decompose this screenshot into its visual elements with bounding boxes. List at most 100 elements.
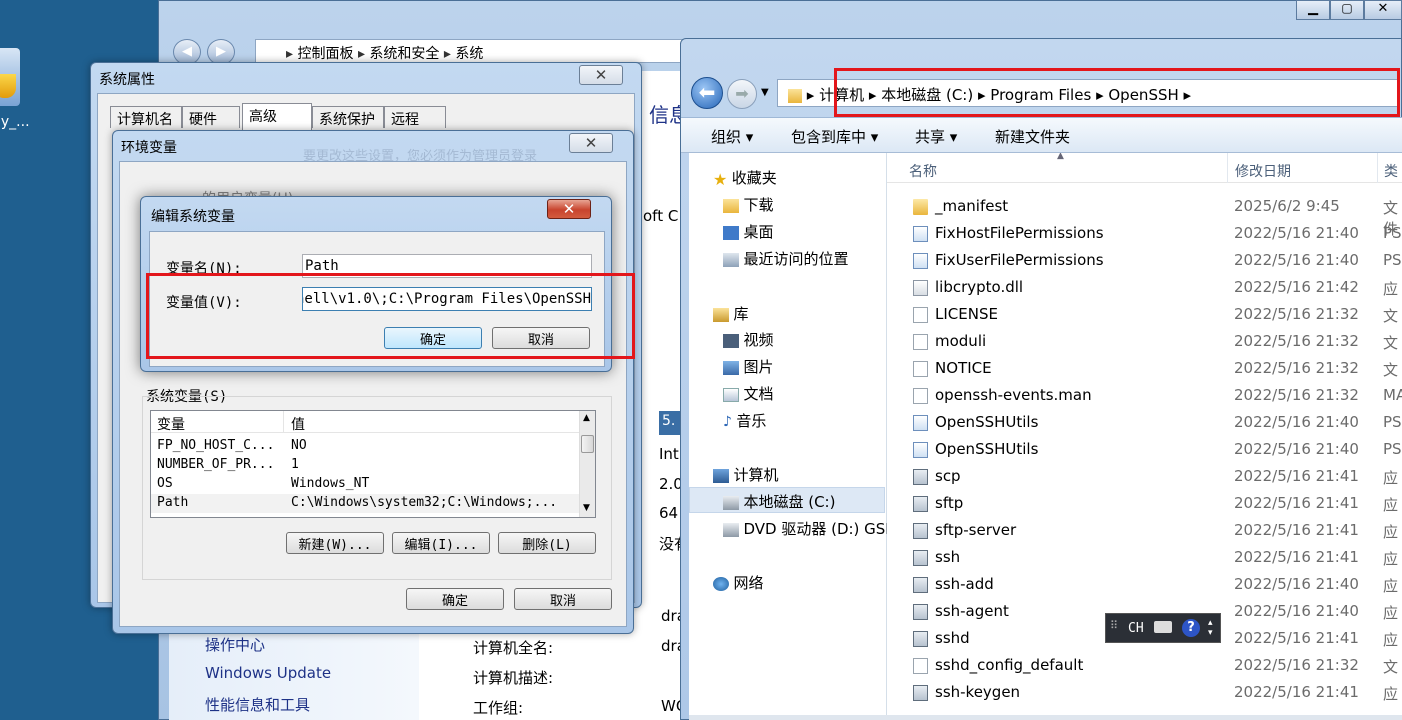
file-row[interactable]: ssh 2022/5/16 21:41 应	[887, 544, 1402, 571]
ok-button[interactable]: 确定	[406, 588, 504, 610]
history-dropdown-icon[interactable]: ▼	[761, 87, 769, 98]
scroll-up-icon[interactable]: ▲	[583, 413, 590, 423]
file-row[interactable]: scp 2022/5/16 21:41 应	[887, 463, 1402, 490]
column-header-type[interactable]: 类	[1384, 161, 1398, 181]
cp-link[interactable]: 操作中心	[205, 634, 265, 655]
tab-computer-name[interactable]: 计算机名	[110, 106, 182, 128]
nav-favorites[interactable]: ★ 收藏夹	[713, 167, 777, 189]
ime-language-bar[interactable]: ⠿ CH ? ▴ ▾	[1105, 613, 1221, 643]
info-fragment: oft C	[643, 207, 679, 225]
desktop-icon[interactable]: dy_...	[0, 48, 40, 148]
table-row[interactable]: OS Windows_NT	[151, 475, 579, 494]
variable-name: FP_NO_HOST_C...	[157, 438, 275, 453]
file-type: 文	[1383, 307, 1399, 325]
scroll-down-icon[interactable]: ▼	[583, 503, 590, 513]
nav-item-documents[interactable]: 文档	[723, 383, 773, 404]
file-row[interactable]: sshd_config_default 2022/5/16 21:32 文	[887, 652, 1402, 679]
scrollbar[interactable]: ▲ ▼	[579, 411, 595, 517]
powershell-script-icon	[913, 442, 928, 458]
file-date: 2022/5/16 21:40	[1234, 251, 1359, 269]
network-icon	[713, 577, 729, 591]
keyboard-icon[interactable]	[1154, 621, 1172, 633]
file-row[interactable]: ssh-add 2022/5/16 21:40 应	[887, 571, 1402, 598]
file-type: 应	[1383, 604, 1399, 622]
close-button[interactable]: ✕	[547, 199, 591, 219]
file-name: FixUserFilePermissions	[935, 251, 1104, 269]
file-row[interactable]: OpenSSHUtils 2022/5/16 21:40 PS	[887, 436, 1402, 463]
nav-network[interactable]: 网络	[713, 572, 763, 593]
close-button[interactable]: ✕	[569, 133, 613, 153]
nav-item-downloads[interactable]: 下载	[723, 194, 773, 215]
new-folder-button[interactable]: 新建文件夹	[995, 126, 1070, 147]
desktop-icon-label: dy_...	[0, 114, 30, 130]
tab-remote[interactable]: 远程	[384, 106, 446, 128]
breadcrumb-item[interactable]: 控制面板	[297, 46, 353, 62]
maximize-button[interactable]: ▢	[1330, 0, 1364, 20]
nav-item-dvd-drive[interactable]: DVD 驱动器 (D:) GSI	[723, 518, 890, 539]
new-variable-button[interactable]: 新建(W)...	[286, 532, 384, 554]
nav-item-local-disk[interactable]: 本地磁盘 (C:)	[723, 491, 835, 512]
organize-menu[interactable]: 组织 ▾	[711, 126, 753, 147]
file-row[interactable]: OpenSSHUtils 2022/5/16 21:40 PS	[887, 409, 1402, 436]
file-row[interactable]: LICENSE 2022/5/16 21:32 文	[887, 301, 1402, 328]
table-row[interactable]: Path C:\Windows\system32;C:\Windows;...	[151, 494, 579, 513]
nav-libraries[interactable]: 库	[713, 303, 748, 324]
window-close-button[interactable]: ✕	[1364, 0, 1402, 20]
col-val[interactable]: 值	[291, 414, 305, 434]
tab-system-protection[interactable]: 系统保护	[312, 106, 384, 128]
file-row[interactable]: openssh-events.man 2022/5/16 21:32 MA	[887, 382, 1402, 409]
nav-item-pictures[interactable]: 图片	[723, 356, 773, 377]
folder-icon	[913, 199, 928, 215]
cp-link[interactable]: 性能信息和工具	[205, 694, 310, 715]
nav-item-recent[interactable]: 最近访问的位置	[723, 248, 848, 269]
file-row[interactable]: moduli 2022/5/16 21:32 文	[887, 328, 1402, 355]
delete-variable-button[interactable]: 删除(L)	[498, 532, 596, 554]
file-row[interactable]: sftp-server 2022/5/16 21:41 应	[887, 517, 1402, 544]
file-row[interactable]: NOTICE 2022/5/16 21:32 文	[887, 355, 1402, 382]
breadcrumb-item[interactable]: 系统	[455, 46, 483, 62]
recent-places-icon	[723, 253, 739, 267]
tab-strip: 计算机名 硬件 高级 系统保护 远程	[110, 103, 630, 130]
application-icon	[913, 577, 928, 593]
table-row[interactable]: NUMBER_OF_PR... 1	[151, 456, 579, 475]
nav-item-desktop[interactable]: 桌面	[723, 221, 773, 242]
column-header-name[interactable]: 名称	[909, 161, 937, 181]
variable-name: OS	[157, 476, 173, 491]
forward-button[interactable]: ➡	[727, 79, 757, 109]
file-row[interactable]: libcrypto.dll 2022/5/16 21:42 应	[887, 274, 1402, 301]
ime-options-icon[interactable]: ▴ ▾	[1208, 618, 1213, 638]
file-name: NOTICE	[935, 359, 992, 377]
command-bar: 组织 ▾ 包含到库中 ▾ 共享 ▾ 新建文件夹	[681, 117, 1402, 153]
include-in-library-menu[interactable]: 包含到库中 ▾	[791, 126, 878, 147]
table-row[interactable]: FP_NO_HOST_C... NO	[151, 437, 579, 456]
tab-advanced[interactable]: 高级	[242, 103, 312, 130]
file-name: LICENSE	[935, 305, 998, 323]
file-row[interactable]: FixUserFilePermissions 2022/5/16 21:40 PS	[887, 247, 1402, 274]
file-name: sshd	[935, 629, 970, 647]
back-button[interactable]: ⬅	[691, 77, 723, 109]
nav-item-videos[interactable]: 视频	[723, 329, 773, 350]
breadcrumb-item[interactable]: 系统和安全	[369, 46, 439, 62]
help-icon[interactable]: ?	[1182, 619, 1200, 637]
file-row[interactable]: ssh-keygen 2022/5/16 21:41 应	[887, 679, 1402, 706]
file-row[interactable]: _manifest 2025/6/2 9:45 文件	[887, 193, 1402, 238]
file-type: 应	[1383, 523, 1399, 541]
ime-language-label[interactable]: CH	[1128, 621, 1144, 636]
edit-variable-button[interactable]: 编辑(I)...	[392, 532, 490, 554]
minimize-button[interactable]: ▁	[1296, 0, 1330, 20]
file-row[interactable]: sftp 2022/5/16 21:41 应	[887, 490, 1402, 517]
cancel-button[interactable]: 取消	[514, 588, 612, 610]
share-menu[interactable]: 共享 ▾	[915, 126, 957, 147]
nav-item-music[interactable]: ♪ 音乐	[723, 410, 766, 431]
cp-link[interactable]: Windows Update	[205, 664, 331, 682]
scroll-thumb[interactable]	[581, 435, 594, 453]
col-var[interactable]: 变量	[157, 414, 185, 434]
close-button[interactable]: ✕	[579, 65, 623, 85]
column-header-date[interactable]: 修改日期	[1235, 161, 1291, 181]
nav-computer[interactable]: 计算机	[713, 464, 778, 485]
system-vars-list[interactable]: 变量 值 FP_NO_HOST_C... NO NUMBER_OF_PR... 1 OS…	[150, 410, 596, 518]
file-type: PS	[1383, 251, 1402, 269]
tab-hardware[interactable]: 硬件	[182, 106, 240, 128]
file-date: 2022/5/16 21:41	[1234, 548, 1359, 566]
file-row[interactable]: FixHostFilePermissions 2022/5/16 21:40 PS	[887, 220, 1402, 247]
